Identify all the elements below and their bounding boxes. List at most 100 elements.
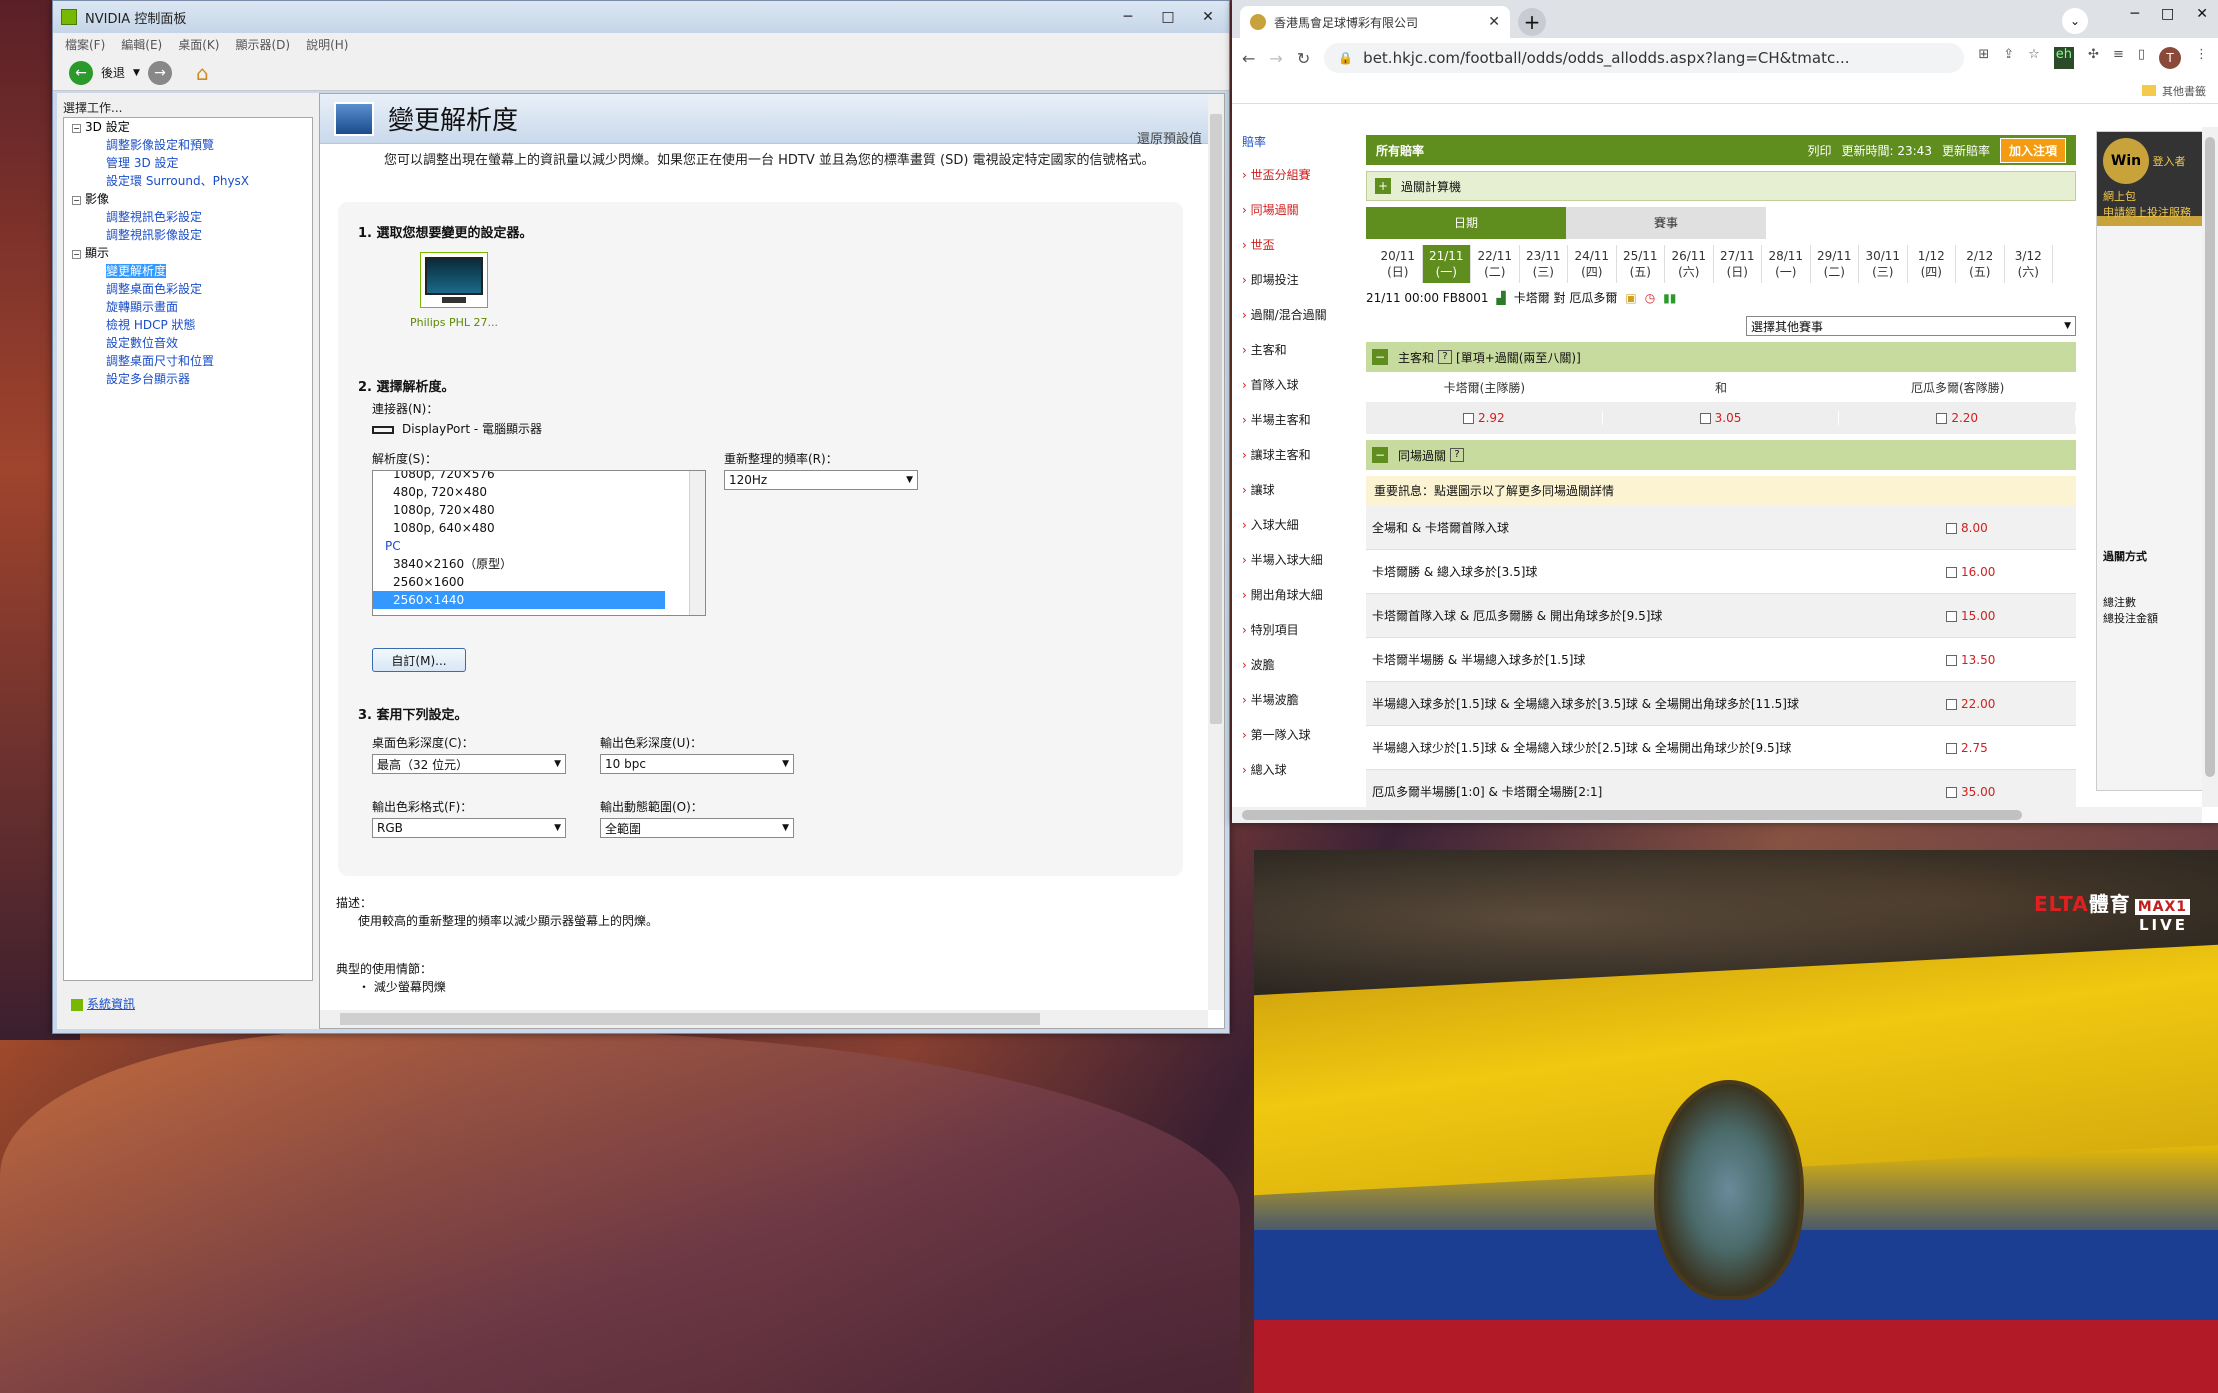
date-tab[interactable]: 3/12 (六) xyxy=(2005,245,2053,283)
output-depth-select[interactable]: 10 bpc ▼ xyxy=(600,754,794,774)
checkbox[interactable] xyxy=(1946,786,1957,798)
back-arrow-icon[interactable]: ← xyxy=(69,60,93,85)
win-banner[interactable]: Win 登入者 網上包 申請網上投注服務 xyxy=(2097,132,2205,219)
tree-group-video[interactable]: − 影像 xyxy=(64,190,312,208)
tree-item[interactable]: 調整影像設定和預覽 xyxy=(64,136,312,154)
tree-group-display[interactable]: − 顯示 xyxy=(64,244,312,262)
tab-by-date[interactable]: 日期 xyxy=(1366,207,1566,239)
list-item[interactable]: 1080p, 720×576 xyxy=(373,471,705,483)
help-icon[interactable]: ? xyxy=(1438,350,1453,364)
checkbox[interactable] xyxy=(1462,413,1474,424)
tree-item[interactable]: 設定環 Surround、PhysX xyxy=(64,172,312,190)
customize-button[interactable]: 自訂(M)... xyxy=(372,648,466,672)
parlay-calculator-row[interactable]: + 過關計算機 xyxy=(1366,171,2076,201)
date-tab[interactable]: 25/11 (五) xyxy=(1617,245,1665,283)
checkbox[interactable] xyxy=(1946,522,1957,534)
scroll-thumb[interactable] xyxy=(1242,810,2022,820)
address-bar[interactable]: 🔒 bet.hkjc.com/football/odds/odds_allodds… xyxy=(1324,43,1965,73)
list-item[interactable]: 480p, 720×480 xyxy=(373,483,705,501)
vertical-scrollbar[interactable] xyxy=(2202,127,2218,807)
date-tab[interactable]: 29/11 (二) xyxy=(1811,245,1859,283)
menu-display[interactable]: 顯示器(D) xyxy=(235,36,290,53)
tree-item[interactable]: 調整桌面色彩設定 xyxy=(64,280,312,298)
combo-odds[interactable]: 8.00 xyxy=(1946,521,2076,535)
date-tab[interactable]: 30/11 (三) xyxy=(1859,245,1908,283)
checkbox[interactable] xyxy=(1699,413,1711,424)
list-item[interactable]: 3840×2160（原型） xyxy=(373,555,705,573)
output-range-select[interactable]: 全範圍 ▼ xyxy=(600,818,794,838)
tree-item[interactable]: 檢視 HDCP 狀態 xyxy=(64,316,312,334)
sidebar-item[interactable]: 讓球主客和 xyxy=(1242,438,1342,473)
extension-icon[interactable]: eh xyxy=(2053,47,2075,69)
menu-desktop[interactable]: 桌面(K) xyxy=(178,36,219,53)
horizontal-scrollbar[interactable] xyxy=(320,1010,1208,1028)
close-tab-icon[interactable]: ✕ xyxy=(1488,14,1500,30)
odds-draw[interactable]: 3.05 xyxy=(1603,411,1840,425)
desktop-depth-select[interactable]: 最高（32 位元） ▼ xyxy=(372,754,566,774)
horizontal-scrollbar[interactable] xyxy=(1232,807,2202,823)
list-scrollbar[interactable] xyxy=(689,471,705,615)
sidebar-item[interactable]: 即場投注 xyxy=(1242,263,1342,298)
date-tab[interactable]: 20/11 (日) xyxy=(1374,245,1423,283)
combo-odds[interactable]: 16.00 xyxy=(1946,565,2076,579)
sidebar-item[interactable]: 主客和 xyxy=(1242,333,1342,368)
minus-icon[interactable]: − xyxy=(1372,447,1388,463)
video-player[interactable]: ELTA體育 MAX1 LIVE xyxy=(1254,850,2218,1393)
tree-item[interactable]: 設定多台顯示器 xyxy=(64,370,312,388)
checkbox[interactable] xyxy=(1946,610,1957,622)
minimize-button[interactable]: ─ xyxy=(1115,9,1141,25)
tab-by-match[interactable]: 賽事 xyxy=(1566,207,1766,239)
menu-kebab-icon[interactable]: ⋮ xyxy=(2195,47,2208,69)
tree-item-change-resolution[interactable]: 變更解析度 xyxy=(64,262,312,280)
reading-list-icon[interactable]: ≡ xyxy=(2113,47,2124,69)
date-tab[interactable]: 23/11 (三) xyxy=(1520,245,1568,283)
list-item[interactable]: 1080p, 640×480 xyxy=(373,519,705,537)
other-match-select[interactable]: 選擇其他賽事 ▼ xyxy=(1746,316,2076,336)
combo-odds[interactable]: 35.00 xyxy=(1946,785,2076,799)
sidebar-item[interactable]: 入球大細 xyxy=(1242,508,1342,543)
tree-group-3d[interactable]: −3D 設定 xyxy=(64,118,312,136)
sidebar-item[interactable]: 開出角球大細 xyxy=(1242,578,1342,613)
reload-icon[interactable]: ↻ xyxy=(1297,49,1310,68)
add-bet-button[interactable]: 加入注項 xyxy=(1999,137,2066,163)
checkbox[interactable] xyxy=(1946,566,1957,578)
maximize-button[interactable]: □ xyxy=(1155,9,1181,25)
sidebar-item[interactable]: 特別項目 xyxy=(1242,613,1342,648)
vertical-scrollbar[interactable] xyxy=(1208,94,1224,1010)
tab-search-button[interactable]: ⌄ xyxy=(2062,8,2088,34)
browser-tab[interactable]: 香港馬會足球博彩有限公司 ✕ xyxy=(1240,6,1510,38)
maximize-button[interactable]: □ xyxy=(2161,6,2174,22)
minimize-button[interactable]: ─ xyxy=(2131,6,2139,22)
tree-item[interactable]: 管理 3D 設定 xyxy=(64,154,312,172)
sidebar-item[interactable]: 同場過關 xyxy=(1242,193,1342,228)
sidebar-item[interactable]: 讓球 xyxy=(1242,473,1342,508)
scroll-thumb[interactable] xyxy=(2205,137,2215,777)
list-item[interactable]: 1080p, 720×480 xyxy=(373,501,705,519)
system-info-link[interactable]: 系統資訊 xyxy=(71,995,135,1012)
sidebar-item[interactable]: 總入球 xyxy=(1242,753,1342,788)
print-link[interactable]: 列印 xyxy=(1808,142,1832,159)
tree-item[interactable]: 設定數位音效 xyxy=(64,334,312,352)
close-button[interactable]: ✕ xyxy=(2196,6,2208,22)
forward-arrow-icon[interactable]: → xyxy=(147,60,172,85)
date-tab[interactable]: 1/12 (四) xyxy=(1908,245,1956,283)
checkbox[interactable] xyxy=(1946,698,1957,710)
back-label[interactable]: 後退 xyxy=(101,64,125,81)
sidebar-item[interactable]: 半場波膽 xyxy=(1242,683,1342,718)
menu-help[interactable]: 說明(H) xyxy=(306,36,348,53)
home-icon[interactable]: ⌂ xyxy=(196,61,209,85)
refresh-odds-link[interactable]: 更新賠率 xyxy=(1942,142,1990,159)
tv-icon[interactable]: ▣ xyxy=(1625,291,1636,305)
clock-icon[interactable]: ◷ xyxy=(1645,291,1655,305)
checkbox[interactable] xyxy=(1946,654,1957,666)
date-tab[interactable]: 27/11 (日) xyxy=(1714,245,1762,283)
date-tab[interactable]: 2/12 (五) xyxy=(1956,245,2005,283)
date-tab[interactable]: 21/11 (一) xyxy=(1422,245,1471,283)
sidebar-item[interactable]: 半場入球大細 xyxy=(1242,543,1342,578)
list-item[interactable]: 2560×1600 xyxy=(373,573,705,591)
sidebar-item[interactable]: 首隊入球 xyxy=(1242,368,1342,403)
sidebar-item[interactable]: 半場主客和 xyxy=(1242,403,1342,438)
combo-odds[interactable]: 15.00 xyxy=(1946,609,2076,623)
sidebar-item[interactable]: 第一隊入球 xyxy=(1242,718,1342,753)
combo-odds[interactable]: 22.00 xyxy=(1946,697,2076,711)
